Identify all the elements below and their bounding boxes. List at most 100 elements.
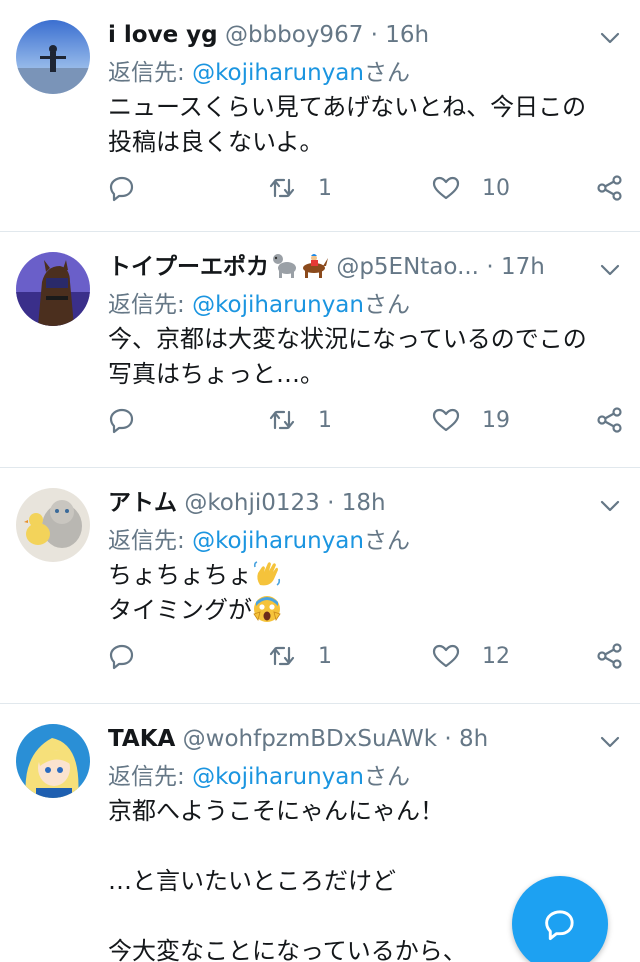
reply-context: 返信先: @kojiharunyanさん: [108, 288, 410, 322]
tweet-text-segment: タイミングが: [108, 596, 252, 624]
action-bar: 1 12: [108, 638, 624, 674]
timestamp[interactable]: 18h: [342, 490, 386, 516]
reply-prefix: 返信先:: [108, 764, 193, 790]
retweet-button[interactable]: 1: [268, 170, 332, 206]
like-count: 10: [482, 175, 510, 201]
poodle-emoji-icon: [273, 254, 296, 278]
share-button[interactable]: [596, 402, 624, 438]
reply-suffix: さん: [363, 528, 410, 554]
reply-suffix: さん: [363, 764, 410, 790]
like-button[interactable]: 12: [432, 638, 510, 674]
reply-icon: [109, 644, 134, 670]
reply-icon: [109, 176, 134, 202]
chevron-down-icon[interactable]: [598, 26, 622, 50]
tweet-text-line: 投稿は良くないよ。: [108, 128, 324, 156]
user-handle[interactable]: @bbboy967: [225, 22, 363, 48]
chevron-down-icon[interactable]: [598, 494, 622, 518]
retweet-button[interactable]: 1: [268, 638, 332, 674]
retweet-count: 1: [318, 175, 332, 201]
tweet-text-line: 今、京都は大変な状況になっているのでこの: [108, 325, 587, 353]
display-name[interactable]: i love yg: [108, 22, 218, 48]
reply-prefix: 返信先:: [108, 60, 193, 86]
tweet-header: トイプーエポカ @p5ENtao... · 17h: [108, 250, 580, 284]
user-handle[interactable]: @wohfpzmBDxSuAWk: [183, 726, 437, 752]
heart-icon: [432, 644, 460, 668]
timestamp[interactable]: 17h: [501, 254, 545, 280]
tweet-text-line: ちょちょちょ: [108, 558, 620, 593]
tweet-header: i love yg @bbboy967 · 16h: [108, 18, 580, 52]
like-button[interactable]: 19: [432, 402, 510, 438]
tweet-header: TAKA @wohfpzmBDxSuAWk · 8h: [108, 722, 580, 756]
timeline-feed: i love yg @bbboy967 · 16h 返信先: @kojiharu…: [0, 0, 640, 962]
reply-button[interactable]: [108, 170, 136, 206]
horse-racing-emoji-icon: [303, 254, 328, 278]
display-name[interactable]: TAKA: [108, 726, 175, 752]
like-count: 19: [482, 407, 510, 433]
retweet-icon: [269, 410, 295, 430]
timestamp[interactable]: 16h: [385, 22, 429, 48]
compose-reply-button[interactable]: [512, 876, 608, 962]
tweet-text-line: 写真はちょっと…。: [108, 360, 324, 388]
separator-dot: ·: [327, 490, 335, 516]
tweet-text-line: 京都へようこそにゃんにゃん！: [108, 797, 444, 825]
chevron-down-icon[interactable]: [598, 258, 622, 282]
reply-context: 返信先: @kojiharunyanさん: [108, 56, 410, 90]
mention-link[interactable]: @kojiharunyan: [192, 528, 364, 554]
reply-prefix: 返信先:: [108, 528, 193, 554]
share-button[interactable]: [596, 170, 624, 206]
tweet[interactable]: i love yg @bbboy967 · 16h 返信先: @kojiharu…: [0, 0, 640, 232]
share-icon: [597, 175, 622, 201]
tweet-text: ちょちょちょ タイミングが: [108, 558, 620, 628]
tweet-text: ニュースくらい見てあげないとね、今日この 投稿は良くないよ。: [108, 90, 620, 160]
tweet[interactable]: トイプーエポカ @p5ENtao... · 17h 返信先: @kojiharu…: [0, 232, 640, 468]
reply-button[interactable]: [108, 402, 136, 438]
chevron-down-icon[interactable]: [598, 730, 622, 754]
reply-context: 返信先: @kojiharunyanさん: [108, 760, 410, 794]
reply-prefix: 返信先:: [108, 292, 193, 318]
mention-link[interactable]: @kojiharunyan: [192, 60, 364, 86]
display-name[interactable]: アトム: [108, 490, 177, 516]
like-button[interactable]: 10: [432, 170, 510, 206]
avatar[interactable]: [16, 488, 90, 562]
tweet-text-segment: ちょちょちょ: [108, 561, 252, 589]
avatar[interactable]: [16, 252, 90, 326]
heart-icon: [432, 176, 460, 200]
reply-context: 返信先: @kojiharunyanさん: [108, 524, 410, 558]
display-name[interactable]: トイプーエポカ: [108, 254, 269, 280]
separator-dot: ·: [444, 726, 452, 752]
separator-dot: ·: [370, 22, 378, 48]
tweet[interactable]: アトム @kohji0123 · 18h 返信先: @kojiharunyanさ…: [0, 468, 640, 704]
heart-icon: [432, 408, 460, 432]
share-icon: [597, 407, 622, 433]
avatar[interactable]: [16, 20, 90, 94]
waving-hand-emoji-icon: [253, 561, 281, 586]
reply-suffix: さん: [363, 60, 410, 86]
mention-link[interactable]: @kojiharunyan: [192, 292, 364, 318]
retweet-icon: [269, 178, 295, 198]
user-handle[interactable]: @p5ENtao...: [336, 254, 479, 280]
like-count: 12: [482, 643, 510, 669]
tweet-header: アトム @kohji0123 · 18h: [108, 486, 580, 520]
action-bar: 1 10: [108, 170, 624, 206]
tweet-text: 今、京都は大変な状況になっているのでこの 写真はちょっと…。: [108, 322, 620, 392]
timestamp[interactable]: 8h: [459, 726, 488, 752]
user-handle[interactable]: @kohji0123: [184, 490, 319, 516]
mention-link[interactable]: @kojiharunyan: [192, 764, 364, 790]
retweet-count: 1: [318, 407, 332, 433]
avatar[interactable]: [16, 724, 90, 798]
retweet-button[interactable]: 1: [268, 402, 332, 438]
retweet-count: 1: [318, 643, 332, 669]
tweet-text-line: タイミングが: [108, 593, 620, 628]
retweet-icon: [269, 646, 295, 666]
share-button[interactable]: [596, 638, 624, 674]
reply-suffix: さん: [363, 292, 410, 318]
share-icon: [597, 643, 622, 669]
action-bar: 1 19: [108, 402, 624, 438]
reply-icon: [109, 408, 134, 434]
reply-button[interactable]: [108, 638, 136, 674]
tweet-text-line: ニュースくらい見てあげないとね、今日この: [108, 93, 587, 121]
screaming-face-emoji-icon: [253, 596, 281, 622]
compose-reply-icon: [545, 910, 574, 941]
separator-dot: ·: [486, 254, 494, 280]
